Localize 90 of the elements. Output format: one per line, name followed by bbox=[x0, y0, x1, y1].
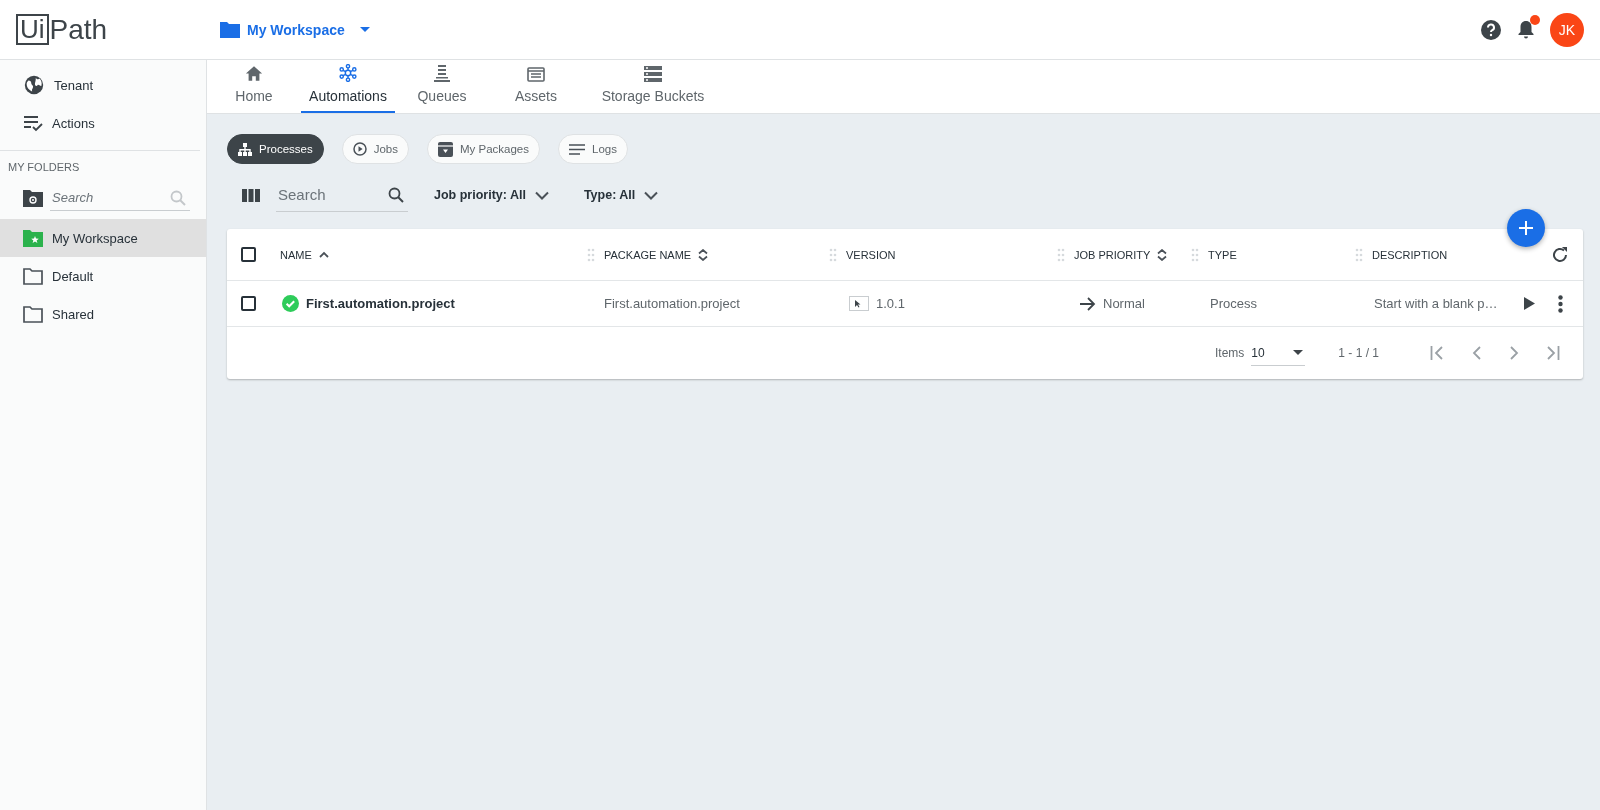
sort-icon bbox=[1157, 248, 1168, 261]
drag-handle-icon bbox=[1355, 247, 1363, 262]
table-cell: Process bbox=[1210, 296, 1257, 311]
folder-item[interactable]: Shared bbox=[0, 295, 206, 333]
sidebar-item[interactable]: Actions bbox=[0, 104, 206, 142]
page-range: 1 - 1 / 1 bbox=[1338, 346, 1379, 360]
caret-icon bbox=[359, 27, 370, 32]
folder-picker[interactable]: My Workspace bbox=[220, 21, 370, 38]
play-circle-icon bbox=[352, 142, 367, 156]
filter-dropdown[interactable]: Job priority: All bbox=[434, 188, 549, 202]
search-icon bbox=[388, 187, 404, 203]
lines-icon bbox=[569, 143, 585, 155]
folder-icon bbox=[23, 305, 43, 323]
table-cell: Start with a blank p… bbox=[1374, 296, 1498, 311]
logo-text: Path bbox=[49, 13, 108, 46]
more-icon bbox=[1558, 294, 1563, 313]
drag-handle-icon bbox=[1057, 247, 1065, 262]
more-button[interactable] bbox=[1558, 294, 1563, 313]
filter-chip[interactable]: Jobs bbox=[341, 134, 409, 164]
checklist-icon bbox=[23, 114, 43, 132]
filter-chip[interactable]: Processes bbox=[227, 134, 324, 164]
filter-dropdown[interactable]: Type: All bbox=[583, 188, 659, 202]
bell-icon bbox=[1518, 20, 1534, 39]
help-button[interactable] bbox=[1480, 18, 1502, 41]
nav-tab[interactable]: Storage Buckets bbox=[583, 60, 723, 113]
checkbox[interactable] bbox=[241, 296, 256, 311]
play-icon bbox=[1524, 297, 1535, 310]
items-label: Items bbox=[1214, 346, 1245, 360]
search-field[interactable]: Search bbox=[276, 178, 408, 212]
home-icon bbox=[245, 65, 263, 82]
caret-icon bbox=[1293, 350, 1304, 355]
stack-icon bbox=[434, 64, 450, 82]
nav-tab[interactable]: Home bbox=[207, 60, 301, 113]
run-button[interactable] bbox=[1524, 297, 1535, 310]
network-icon bbox=[339, 64, 357, 82]
page-size-select[interactable]: 10 bbox=[1251, 340, 1306, 366]
table-cell: Normal bbox=[1103, 296, 1145, 311]
folder-icon bbox=[220, 21, 240, 38]
search-icon bbox=[170, 190, 186, 206]
sidebar-item[interactable]: Tenant bbox=[0, 66, 206, 104]
table-cell: First.automation.project bbox=[604, 296, 740, 311]
chevron-right-icon bbox=[1509, 345, 1519, 361]
chevron-down-icon bbox=[644, 190, 659, 200]
sort-icon bbox=[698, 248, 709, 261]
folder-icon bbox=[23, 267, 43, 285]
logo-mark: Ui bbox=[16, 14, 49, 45]
cursor-icon bbox=[849, 296, 869, 311]
nav-tab[interactable]: Queues bbox=[395, 60, 489, 113]
nav-tab[interactable]: Automations bbox=[301, 60, 395, 113]
section-title: MY FOLDERS bbox=[7, 160, 81, 175]
chevron-down-icon bbox=[534, 190, 549, 200]
drag-handle-icon bbox=[1191, 247, 1199, 262]
table-cell: First.automation.project bbox=[306, 296, 455, 311]
hierarchy-icon bbox=[238, 142, 252, 156]
column-header[interactable]: VERSION bbox=[846, 248, 896, 261]
arrow-right-icon bbox=[1080, 296, 1096, 311]
drag-handle-icon bbox=[587, 247, 595, 262]
sort-up-icon bbox=[318, 251, 329, 258]
user-avatar[interactable]: JK bbox=[1550, 12, 1584, 47]
refresh-icon bbox=[1551, 245, 1569, 264]
refresh-button[interactable] bbox=[1551, 245, 1569, 264]
drag-handle-icon bbox=[829, 247, 837, 262]
help-icon bbox=[1480, 18, 1502, 41]
column-header[interactable]: TYPE bbox=[1208, 248, 1237, 261]
chevron-left-icon bbox=[1471, 345, 1481, 361]
column-header[interactable]: PACKAGE NAME bbox=[604, 248, 692, 261]
window-icon bbox=[527, 67, 545, 82]
filter-chip[interactable]: My Packages bbox=[427, 134, 540, 164]
nav-tab[interactable]: Assets bbox=[489, 60, 583, 113]
filter-chip[interactable]: Logs bbox=[558, 134, 628, 164]
globe-icon bbox=[23, 74, 45, 96]
table-cell: 1.0.1 bbox=[876, 296, 905, 311]
folder-item[interactable]: Default bbox=[0, 257, 206, 295]
folder-star-icon bbox=[23, 229, 43, 247]
column-header[interactable]: JOB PRIORITY bbox=[1074, 248, 1151, 261]
package-icon bbox=[438, 141, 453, 157]
server-icon bbox=[644, 66, 662, 82]
columns-icon bbox=[242, 188, 260, 202]
add-button[interactable] bbox=[1507, 209, 1545, 247]
folder-item[interactable]: My Workspace bbox=[0, 219, 206, 257]
success-check-icon bbox=[282, 295, 299, 312]
last-page-icon bbox=[1544, 345, 1560, 361]
plus-icon bbox=[1518, 220, 1534, 236]
columns-button[interactable] bbox=[242, 188, 260, 202]
column-header[interactable]: NAME bbox=[280, 248, 312, 261]
search-field[interactable]: Search bbox=[50, 185, 190, 211]
first-page-icon bbox=[1430, 345, 1446, 361]
column-header[interactable]: DESCRIPTION bbox=[1372, 248, 1448, 261]
checkbox[interactable] bbox=[241, 247, 256, 262]
folder-search-icon bbox=[23, 189, 43, 207]
